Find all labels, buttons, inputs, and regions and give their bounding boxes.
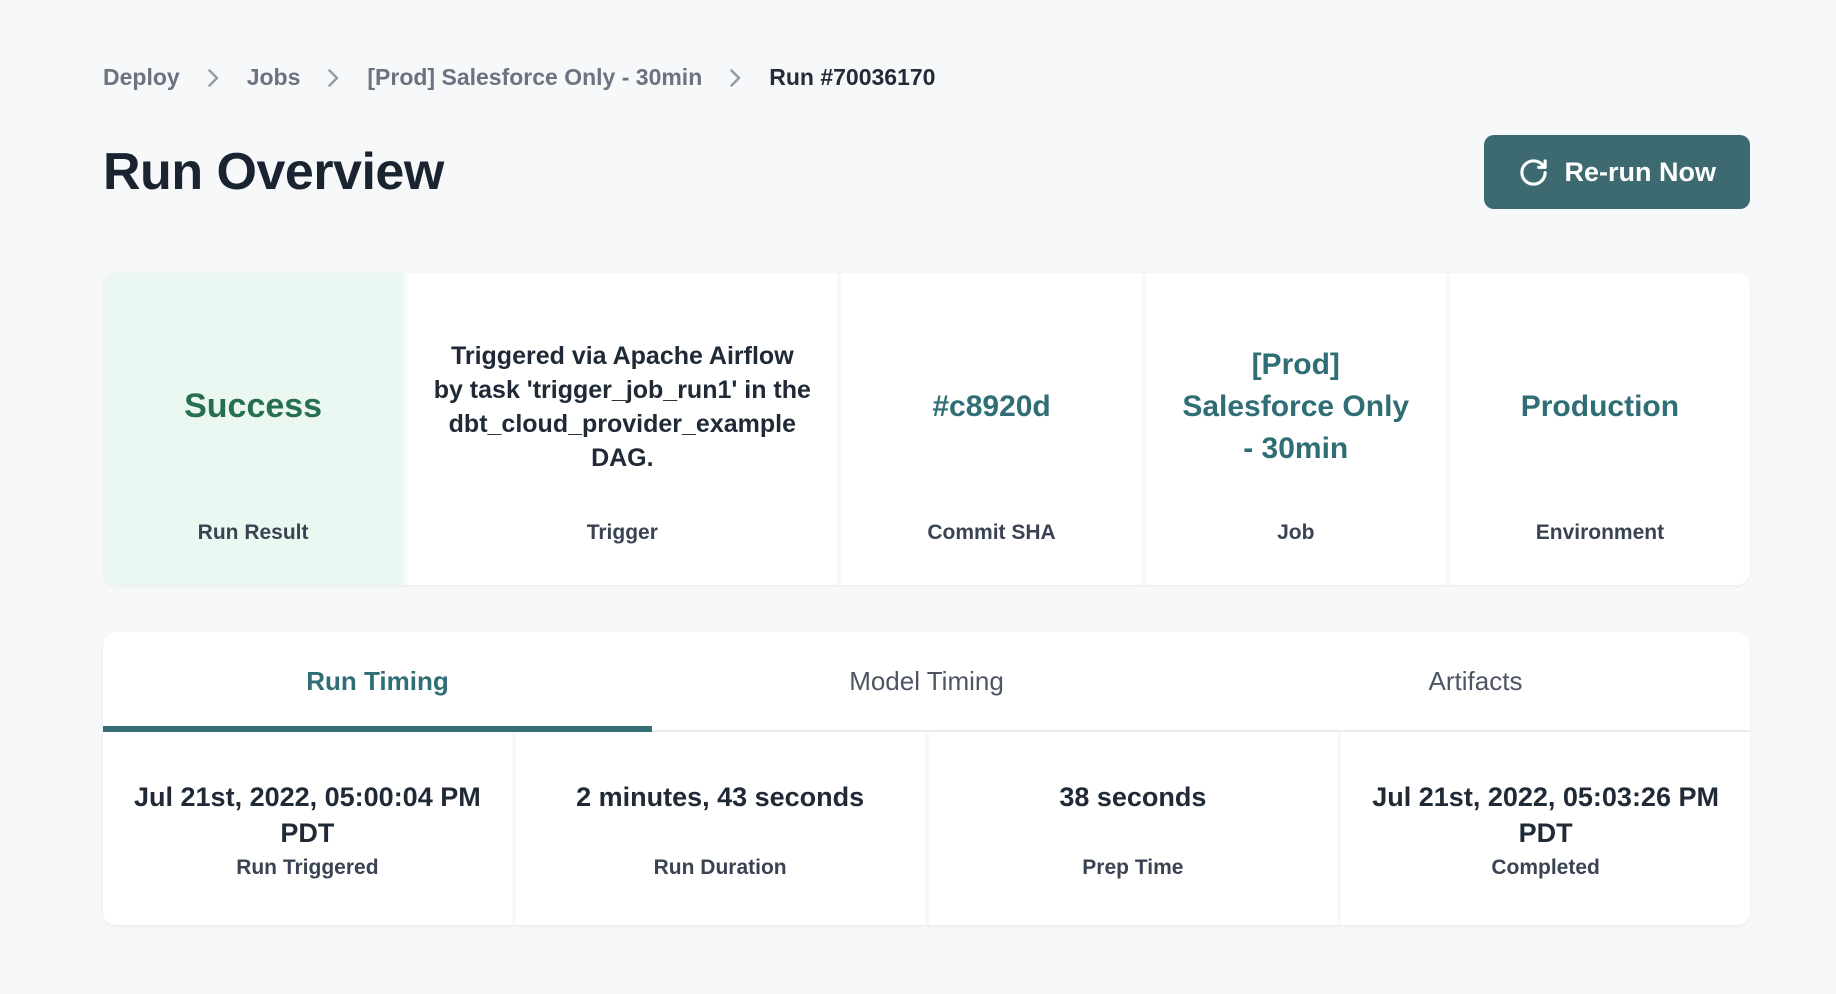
trigger-card: Triggered via Apache Airflow by task 'tr… [407, 273, 837, 585]
run-detail-panel: Run Timing Model Timing Artifacts Jul 21… [103, 632, 1750, 925]
run-duration-card: 2 minutes, 43 seconds Run Duration [516, 732, 925, 925]
run-result-label: Run Result [103, 521, 403, 545]
breadcrumb: Deploy Jobs [Prod] Salesforce Only - 30m… [103, 64, 1750, 91]
job-card: [Prod] Salesforce Only - 30min Job [1146, 273, 1446, 585]
prep-time-label: Prep Time [949, 856, 1318, 880]
chevron-right-icon [327, 68, 340, 88]
rerun-now-button[interactable]: Re-run Now [1484, 135, 1751, 209]
run-triggered-label: Run Triggered [123, 856, 492, 880]
commit-sha-link[interactable]: #c8920d [932, 386, 1050, 428]
run-timing-row: Jul 21st, 2022, 05:00:04 PM PDT Run Trig… [103, 732, 1750, 925]
commit-sha-label: Commit SHA [841, 521, 1141, 545]
environment-link[interactable]: Production [1521, 386, 1679, 428]
chevron-right-icon [729, 68, 742, 88]
chevron-right-icon [207, 68, 220, 88]
run-triggered-card: Jul 21st, 2022, 05:00:04 PM PDT Run Trig… [103, 732, 512, 925]
trigger-description: Triggered via Apache Airflow by task 'tr… [433, 339, 811, 475]
rerun-now-label: Re-run Now [1565, 157, 1717, 188]
tab-run-timing[interactable]: Run Timing [103, 632, 652, 730]
completed-label: Completed [1361, 856, 1730, 880]
run-duration-value: 2 minutes, 43 seconds [536, 780, 905, 852]
tab-model-timing[interactable]: Model Timing [652, 632, 1201, 730]
refresh-icon [1518, 157, 1549, 188]
environment-label: Environment [1450, 521, 1750, 545]
job-label: Job [1146, 521, 1446, 545]
breadcrumb-item-run-number: Run #70036170 [769, 64, 935, 91]
job-link[interactable]: [Prod] Salesforce Only - 30min [1175, 344, 1417, 470]
prep-time-value: 38 seconds [949, 780, 1318, 852]
completed-card: Jul 21st, 2022, 05:03:26 PM PDT Complete… [1341, 732, 1750, 925]
tab-bar: Run Timing Model Timing Artifacts [103, 632, 1750, 732]
breadcrumb-item-deploy[interactable]: Deploy [103, 64, 180, 91]
run-result-status: Success [184, 383, 322, 431]
run-triggered-value: Jul 21st, 2022, 05:00:04 PM PDT [123, 780, 492, 852]
breadcrumb-item-job-name[interactable]: [Prod] Salesforce Only - 30min [367, 64, 702, 91]
page-header: Run Overview Re-run Now [103, 135, 1750, 209]
breadcrumb-item-jobs[interactable]: Jobs [247, 64, 301, 91]
trigger-label: Trigger [407, 521, 837, 545]
commit-sha-card: #c8920d Commit SHA [841, 273, 1141, 585]
prep-time-card: 38 seconds Prep Time [929, 732, 1338, 925]
tab-artifacts[interactable]: Artifacts [1201, 632, 1750, 730]
environment-card: Production Environment [1450, 273, 1750, 585]
run-summary-row: Success Run Result Triggered via Apache … [103, 273, 1750, 585]
run-duration-label: Run Duration [536, 856, 905, 880]
completed-value: Jul 21st, 2022, 05:03:26 PM PDT [1361, 780, 1730, 852]
run-result-card: Success Run Result [103, 273, 403, 585]
page-title: Run Overview [103, 142, 444, 202]
